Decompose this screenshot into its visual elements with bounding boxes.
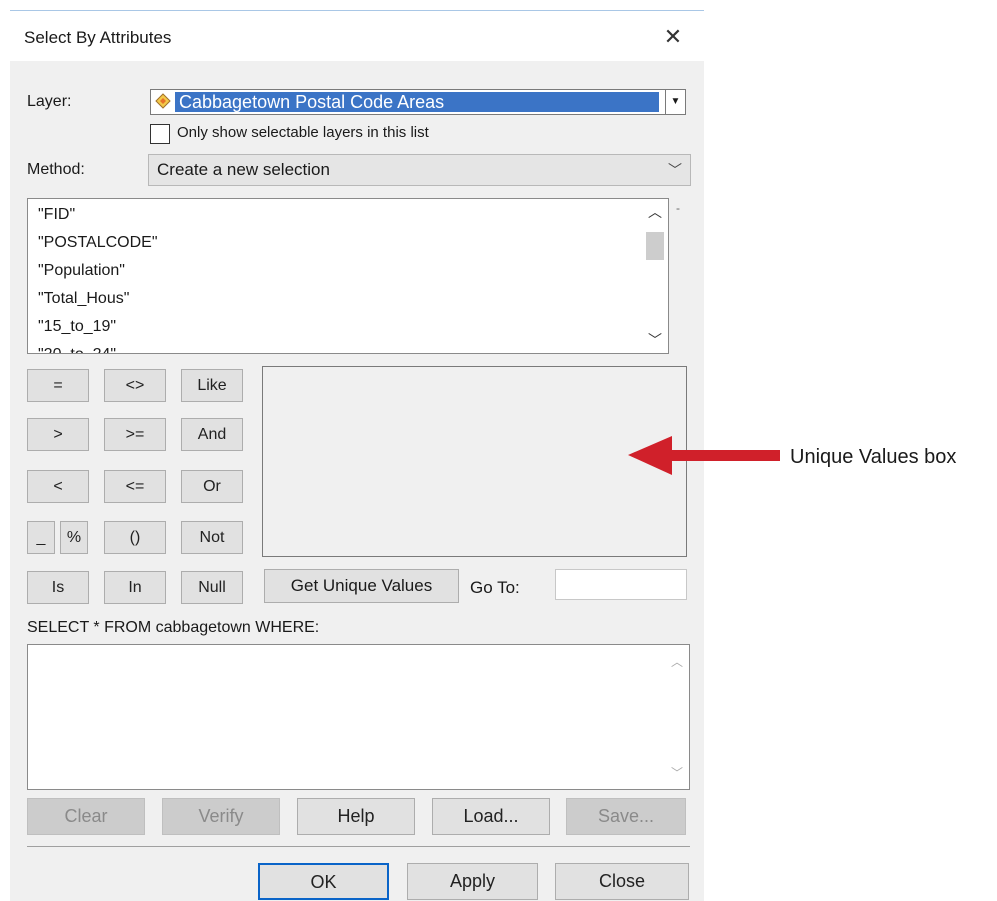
sql-where-label: SELECT * FROM cabbagetown WHERE: <box>27 619 320 636</box>
goto-label: Go To: <box>470 578 520 597</box>
is-button[interactable]: Is <box>27 571 89 604</box>
scrollbar-thumb[interactable] <box>646 232 664 260</box>
fields-list[interactable]: "FID" "POSTALCODE" "Population" "Total_H… <box>27 198 669 354</box>
null-button[interactable]: Null <box>181 571 243 604</box>
or-button[interactable]: Or <box>181 470 243 503</box>
fields-scrollbar[interactable]: ︿ ﹀ <box>642 199 668 353</box>
list-item[interactable]: "FID" <box>38 206 75 224</box>
method-selected-value: Create a new selection <box>157 160 330 179</box>
title-bar: Select By Attributes ✕ <box>10 11 704 61</box>
chevron-down-icon: ﹀ <box>668 162 682 178</box>
load-button[interactable]: Load... <box>432 798 550 835</box>
save-button[interactable]: Save... <box>566 798 686 835</box>
layer-label: Layer: <box>27 93 72 110</box>
chevron-down-icon[interactable]: ▼ <box>665 90 685 114</box>
parentheses-button[interactable]: () <box>104 521 166 554</box>
like-button[interactable]: Like <box>181 369 243 402</box>
selectable-layers-checkbox[interactable] <box>150 124 170 144</box>
layer-selected-value: Cabbagetown Postal Code Areas <box>175 92 659 112</box>
select-by-attributes-dialog: Select By Attributes ✕ Layer: Cabbagetow… <box>10 10 704 901</box>
clear-button[interactable]: Clear <box>27 798 145 835</box>
list-item[interactable]: "Population" <box>38 262 125 280</box>
less-than-button[interactable]: < <box>27 470 89 503</box>
less-equal-button[interactable]: <= <box>104 470 166 503</box>
verify-button[interactable]: Verify <box>162 798 280 835</box>
apply-button[interactable]: Apply <box>407 863 538 900</box>
dialog-title: Select By Attributes <box>24 28 172 47</box>
polygon-layer-icon <box>155 93 171 109</box>
annotation-arrow-icon <box>628 436 780 475</box>
help-button[interactable]: Help <box>297 798 415 835</box>
chevron-down-icon[interactable]: ﹀ <box>642 329 668 351</box>
list-item[interactable]: "Total_Hous" <box>38 290 129 308</box>
chevron-down-icon: ﹀ <box>670 766 683 780</box>
percent-button[interactable]: % <box>60 521 88 554</box>
greater-equal-button[interactable]: >= <box>104 418 166 451</box>
underscore-button[interactable]: _ <box>27 521 55 554</box>
layer-dropdown[interactable]: Cabbagetown Postal Code Areas ▼ <box>150 89 686 115</box>
list-item[interactable]: "POSTALCODE" <box>38 234 158 252</box>
get-unique-values-button[interactable]: Get Unique Values <box>264 569 459 603</box>
greater-than-button[interactable]: > <box>27 418 89 451</box>
button-separator <box>27 846 690 847</box>
equals-button[interactable]: = <box>27 369 89 402</box>
not-button[interactable]: Not <box>181 521 243 554</box>
list-item[interactable]: "20_to_24" <box>38 346 116 353</box>
chevron-up-icon: ︿ <box>670 655 683 669</box>
method-label: Method: <box>27 161 85 178</box>
method-dropdown[interactable]: Create a new selection ﹀ <box>148 154 691 186</box>
close-icon[interactable]: ✕ <box>660 24 686 50</box>
close-button[interactable]: Close <box>555 863 689 900</box>
in-button[interactable]: In <box>104 571 166 604</box>
unique-values-callout: Unique Values box <box>790 446 957 468</box>
not-equals-button[interactable]: <> <box>104 369 166 402</box>
resize-mark: - <box>676 201 680 215</box>
chevron-up-icon[interactable]: ︿ <box>642 201 668 223</box>
list-item[interactable]: "15_to_19" <box>38 318 116 336</box>
ok-button[interactable]: OK <box>258 863 389 900</box>
selectable-layers-label: Only show selectable layers in this list <box>177 124 429 141</box>
and-button[interactable]: And <box>181 418 243 451</box>
sql-expression-input[interactable]: ︿ ﹀ <box>27 644 690 790</box>
goto-input[interactable] <box>555 569 687 600</box>
